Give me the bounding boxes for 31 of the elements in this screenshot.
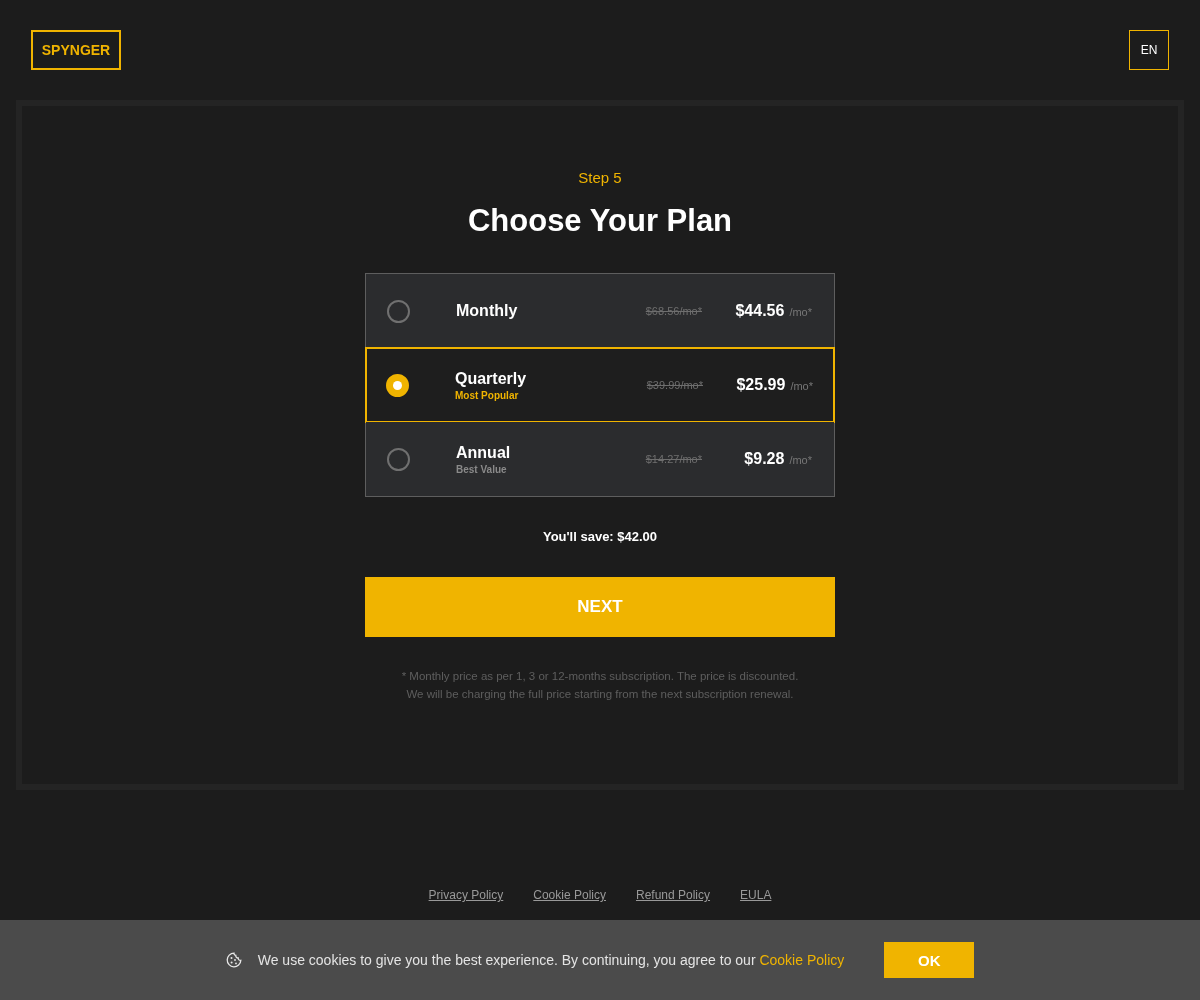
footer-link[interactable]: Cookie Policy — [533, 888, 606, 902]
plan-option[interactable]: Quarterly Most Popular $39.99/mo* $25.99 /mo* — [365, 347, 835, 423]
cookie-policy-link[interactable]: Cookie Policy — [759, 952, 845, 968]
plan-name: Quarterly — [455, 368, 528, 389]
price-text: $44.56 — [735, 302, 785, 320]
plan-tag: Most Popular — [455, 388, 647, 402]
language-button[interactable]: EN — [1129, 30, 1169, 70]
plan-name: Monthly — [456, 301, 519, 321]
price-text: $9.28 — [744, 450, 785, 468]
savings-text: You'll save: $42.00 — [542, 528, 658, 546]
footer-link[interactable]: EULA — [740, 888, 772, 902]
old-price: $68.56/mo* — [645, 305, 702, 317]
plan-name: Annual — [456, 442, 512, 463]
radio-button[interactable] — [386, 373, 409, 397]
price-text: $25.99 — [736, 376, 786, 394]
step-label: Step 5 — [578, 168, 622, 188]
footer-link[interactable]: Privacy Policy — [428, 888, 504, 902]
price-unit: /mo* — [790, 380, 813, 392]
radio-button[interactable] — [387, 447, 410, 471]
logo[interactable]: SPYNGER — [31, 30, 121, 70]
cookie-message: We use cookies to give you the best experience. By continuing, you agree to our Cookie Policy — [257, 952, 845, 968]
footer-link[interactable]: Refund Policy — [636, 888, 711, 902]
price-unit: /mo* — [789, 306, 812, 318]
cookie-icon — [225, 952, 242, 968]
old-price: $14.27/mo* — [645, 453, 702, 465]
old-price: $39.99/mo* — [646, 379, 703, 391]
page-title: Choose Your Plan — [467, 202, 733, 240]
disclaimer-text: * Monthly price as per 1, 3 or 12-months subscription. The price is discounted. We will be charging the full price starting from the next subscription renewal. — [401, 669, 799, 702]
price-unit: /mo* — [789, 454, 812, 466]
radio-button[interactable] — [387, 299, 410, 323]
plan-tag: Best Value — [456, 462, 646, 476]
